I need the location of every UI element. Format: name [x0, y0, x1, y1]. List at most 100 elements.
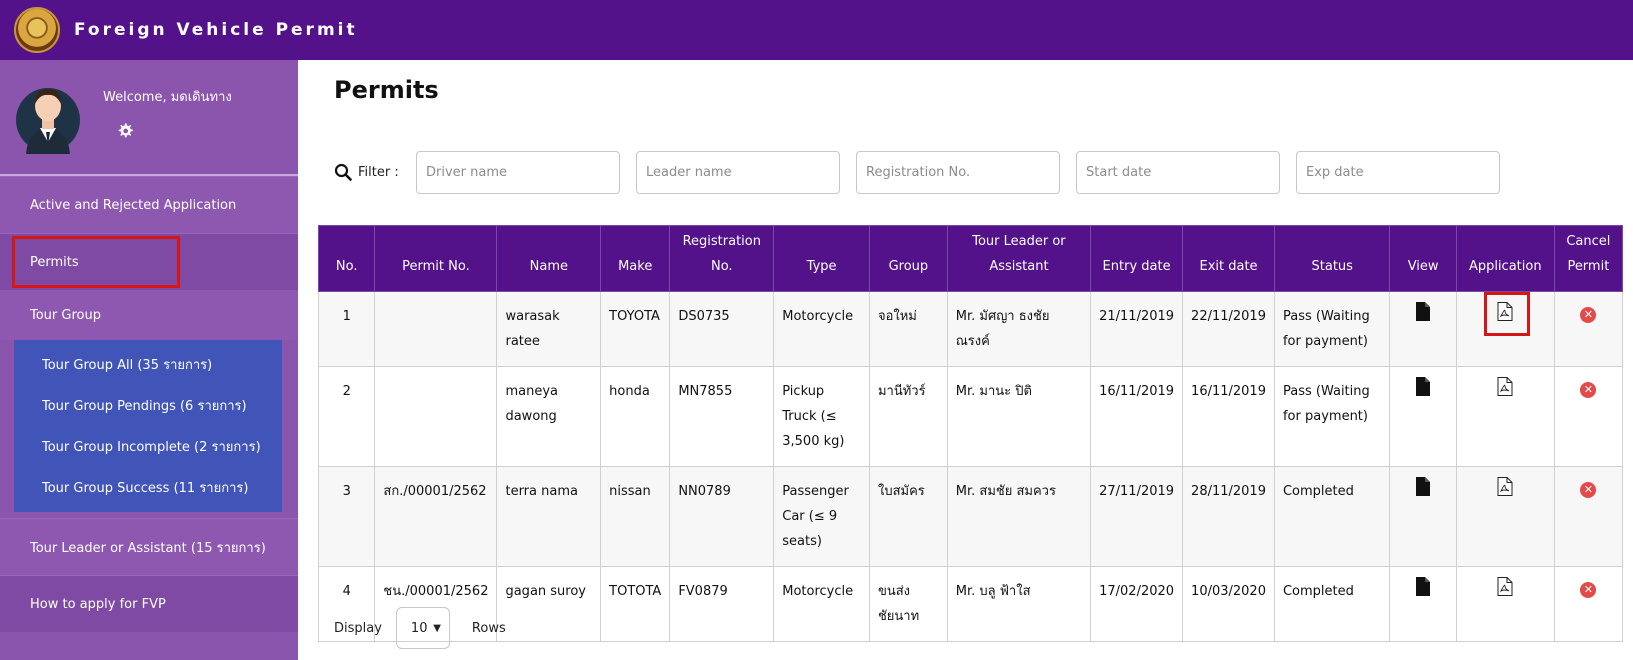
- driver-name-input[interactable]: [416, 150, 620, 194]
- cancel-icon[interactable]: ✕: [1580, 582, 1597, 598]
- cancel-icon[interactable]: ✕: [1580, 482, 1597, 498]
- cell-leader: Mr. บลู ฟ้าใส: [946, 566, 1092, 642]
- col-header: Status: [1273, 225, 1391, 292]
- sidebar-item-tour-group-all[interactable]: Tour Group All (35 รายการ): [14, 344, 282, 385]
- pdf-icon[interactable]: [1497, 477, 1513, 496]
- cell-permit: สก./00001/2562: [374, 466, 498, 567]
- table-row: 4 ชน./00001/2562 gagan suroy TOTOTA FV0879 Mo…: [317, 566, 1624, 642]
- cell-leader: Mr. มัศญา ธงชัยณรงค์: [946, 291, 1092, 367]
- cell-reg: NN0789: [669, 466, 775, 567]
- col-header: View: [1389, 225, 1457, 292]
- cell-name: terra nama: [496, 466, 602, 567]
- cell-status: Pass (Waiting for payment): [1273, 291, 1391, 367]
- rows-per-page-select[interactable]: 10 ▼: [395, 607, 450, 649]
- search-icon: [334, 163, 352, 181]
- sidebar-item-tour-group-pendings[interactable]: Tour Group Pendings (6 รายการ): [14, 385, 282, 426]
- col-header: Entry date: [1090, 225, 1184, 292]
- filter-label: Filter :: [334, 163, 416, 181]
- sidebar-item-how-to-apply[interactable]: How to apply for FVP: [0, 575, 298, 632]
- page-title: Permits: [334, 76, 439, 104]
- seal-logo: [14, 7, 60, 53]
- cell-permit: [374, 366, 498, 467]
- sidebar-item-label: Tour Leader or Assistant (15 รายการ): [30, 540, 266, 556]
- sidebar-item-permits[interactable]: Permits: [0, 233, 298, 290]
- cell-no: 3: [317, 466, 376, 567]
- document-icon[interactable]: [1415, 477, 1431, 496]
- cell-application: [1455, 466, 1555, 567]
- table-row: 1 warasak ratee TOYOTA DS0735 Motorcycle จอให…: [317, 291, 1624, 367]
- table-row: 3 สก./00001/2562 terra nama nissan NN0789 Pas…: [317, 466, 1624, 567]
- cell-exit: 10/03/2020: [1182, 566, 1275, 642]
- filter-label-text: Filter :: [358, 164, 399, 180]
- document-icon[interactable]: [1415, 377, 1431, 396]
- sidebar-item-tour-group[interactable]: Tour Group: [0, 290, 298, 340]
- cell-reg: DS0735: [669, 291, 775, 367]
- welcome-text: Welcome, มดเดินทาง: [103, 90, 232, 105]
- cell-group: ใบสมัคร: [868, 466, 948, 567]
- col-header: Registration No.: [669, 225, 775, 292]
- pdf-icon[interactable]: [1497, 377, 1513, 396]
- cell-leader: Mr. สมชัย สมควร: [946, 466, 1092, 567]
- cell-make: honda: [600, 366, 671, 467]
- col-header: Group: [868, 225, 948, 292]
- cell-make: TOTOTA: [600, 566, 671, 642]
- sidebar-item-tour-group-incomplete[interactable]: Tour Group Incomplete (2 รายการ): [14, 426, 282, 467]
- cancel-icon[interactable]: ✕: [1580, 382, 1597, 398]
- table-header-row: No. Permit No. Name Make Registration No…: [317, 225, 1624, 292]
- start-date-input[interactable]: [1076, 150, 1280, 194]
- document-icon[interactable]: [1415, 577, 1431, 596]
- cell-group: ขนส่ง ชัยนาท: [868, 566, 948, 642]
- cell-status: Completed: [1273, 466, 1391, 567]
- app-title: Foreign Vehicle Permit: [74, 20, 358, 40]
- rows-per-page-value: 10: [410, 620, 428, 636]
- cell-entry: 27/11/2019: [1090, 466, 1184, 567]
- cell-type: Motorcycle: [773, 291, 870, 367]
- registration-no-input[interactable]: [856, 150, 1060, 194]
- cell-make: nissan: [600, 466, 671, 567]
- sidebar-item-tour-leader[interactable]: Tour Leader or Assistant (15 รายการ): [0, 518, 298, 575]
- col-header: Type: [773, 225, 870, 292]
- permits-table: No. Permit No. Name Make Registration No…: [317, 225, 1624, 642]
- sidebar-item-label: Active and Rejected Application: [30, 197, 237, 213]
- cell-exit: 16/11/2019: [1182, 366, 1275, 467]
- cell-application: [1455, 291, 1555, 367]
- cell-cancel: ✕: [1553, 291, 1624, 367]
- sidebar-item-active-rejected[interactable]: Active and Rejected Application: [0, 176, 298, 233]
- document-icon[interactable]: [1415, 302, 1431, 321]
- gear-icon[interactable]: [116, 122, 134, 140]
- cancel-icon[interactable]: ✕: [1580, 307, 1597, 323]
- cell-group: มานีทัวร์: [868, 366, 948, 467]
- col-header: Make: [600, 225, 671, 292]
- highlight-box: [1483, 292, 1530, 336]
- avatar: [16, 88, 80, 154]
- cell-cancel: ✕: [1553, 566, 1624, 642]
- cell-type: Motorcycle: [773, 566, 870, 642]
- cell-exit: 28/11/2019: [1182, 466, 1275, 567]
- cell-name: warasak ratee: [496, 291, 602, 367]
- display-label: Display: [334, 620, 382, 636]
- cell-entry: 17/02/2020: [1090, 566, 1184, 642]
- filter-row: Filter :: [334, 150, 1604, 194]
- cell-no: 1: [317, 291, 376, 367]
- pdf-icon[interactable]: [1497, 577, 1513, 596]
- leader-name-input[interactable]: [636, 150, 840, 194]
- exp-date-input[interactable]: [1296, 150, 1500, 194]
- tour-group-submenu: Tour Group All (35 รายการ) Tour Group Pe…: [14, 340, 282, 512]
- top-bar: Foreign Vehicle Permit: [0, 0, 1633, 60]
- cell-application: [1455, 366, 1555, 467]
- col-header: Exit date: [1182, 225, 1275, 292]
- cell-entry: 16/11/2019: [1090, 366, 1184, 467]
- cell-type: Passenger Car (≤ 9 seats): [773, 466, 870, 567]
- col-header: Application: [1455, 225, 1555, 292]
- col-header: No.: [317, 225, 376, 292]
- cell-make: TOYOTA: [600, 291, 671, 367]
- cell-view: [1389, 366, 1457, 467]
- cell-reg: MN7855: [669, 366, 775, 467]
- sidebar-item-tour-group-success[interactable]: Tour Group Success (11 รายการ): [14, 467, 282, 508]
- sidebar: Welcome, มดเดินทาง Active and Rejected A…: [0, 60, 298, 660]
- cell-leader: Mr. มานะ ปิติ: [946, 366, 1092, 467]
- cell-view: [1389, 291, 1457, 367]
- cell-entry: 21/11/2019: [1090, 291, 1184, 367]
- cell-no: 2: [317, 366, 376, 467]
- cell-permit: [374, 291, 498, 367]
